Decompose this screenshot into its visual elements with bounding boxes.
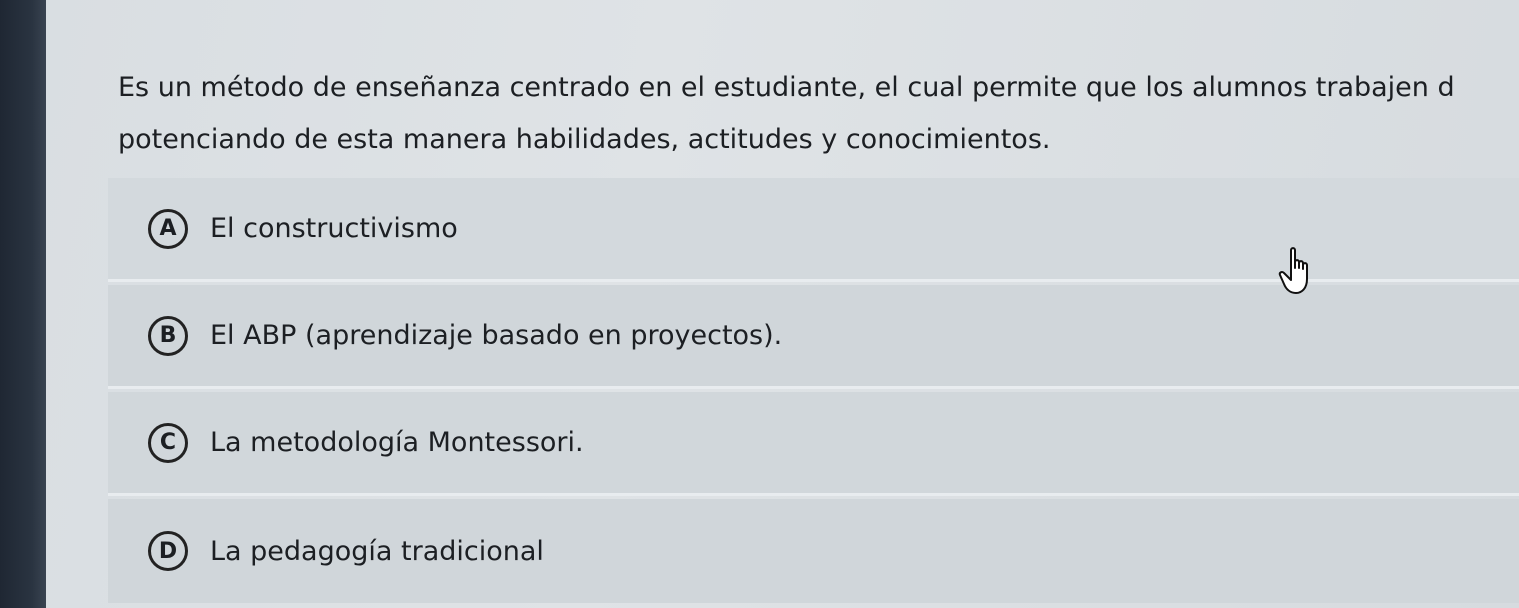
option-b[interactable]: B El ABP (aprendizaje basado en proyecto… — [108, 285, 1519, 389]
hand-pointer-icon — [1278, 247, 1308, 294]
option-letter-d: D — [148, 531, 188, 571]
answer-options: A El constructivismo B El ABP (aprendiza… — [108, 178, 1519, 608]
option-letter-a: A — [148, 208, 188, 249]
option-label-d: La pedagogía tradicional — [210, 535, 544, 567]
screen-bezel — [0, 0, 46, 608]
option-letter-b: B — [148, 315, 188, 356]
quiz-screen: Es un método de enseñanza centrado en el… — [0, 0, 1519, 608]
question-text: Es un método de enseñanza centrado en el… — [118, 72, 1455, 155]
option-letter-c: C — [148, 422, 188, 463]
option-c[interactable]: C La metodología Montessori. — [108, 392, 1519, 496]
option-label-b: El ABP (aprendizaje basado en proyectos)… — [210, 320, 783, 351]
option-label-a: El constructivismo — [210, 213, 458, 244]
option-d[interactable]: D La pedagogía tradicional — [108, 499, 1519, 603]
option-label-c: La metodología Montessori. — [210, 427, 584, 458]
